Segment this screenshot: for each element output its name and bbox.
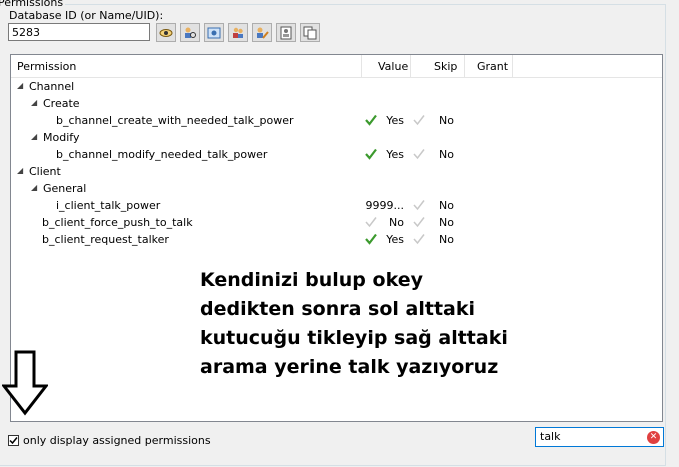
annotation-line: dedikten sonra sol alttaki xyxy=(200,298,475,320)
tree-header: Permission Value Skip Grant xyxy=(11,55,662,78)
id-card-icon xyxy=(207,27,221,38)
copy-icon xyxy=(303,26,317,39)
permission-name: b_channel_create_with_needed_talk_power xyxy=(56,114,294,127)
skip-check-icon[interactable] xyxy=(413,148,425,160)
row-label: Channel xyxy=(29,80,75,93)
header-grant[interactable]: Grant xyxy=(477,60,508,73)
header-value[interactable]: Value xyxy=(378,60,408,73)
down-arrow-icon xyxy=(2,350,48,416)
database-id-input[interactable]: 5283 xyxy=(8,23,150,41)
row-label: Client xyxy=(29,165,61,178)
edit-user-icon xyxy=(257,27,269,39)
expand-arrow-icon[interactable]: ◢ xyxy=(17,166,23,175)
assigned-only-filter[interactable]: only display assigned permissions xyxy=(8,433,211,447)
expand-arrow-icon[interactable]: ◢ xyxy=(17,81,23,90)
view-button[interactable] xyxy=(156,23,176,42)
skip-check-icon[interactable] xyxy=(413,199,425,211)
contact-button[interactable] xyxy=(276,23,296,42)
tree-row-client[interactable]: ◢ Client xyxy=(11,163,662,180)
tree-row-permission[interactable]: b_channel_modify_needed_talk_power Yes N… xyxy=(11,146,662,163)
tree-row-permission[interactable]: i_client_talk_power 9999... No xyxy=(11,197,662,214)
skip-check-icon[interactable] xyxy=(413,233,425,245)
expand-arrow-icon[interactable]: ◢ xyxy=(31,183,37,192)
skip-value: No xyxy=(439,233,454,246)
skip-check-icon[interactable] xyxy=(413,216,425,228)
tree-row-permission[interactable]: b_client_request_talker Yes No xyxy=(11,231,662,248)
skip-value: No xyxy=(439,114,454,127)
users-icon xyxy=(233,27,243,38)
row-label: General xyxy=(43,182,87,195)
tree-row-modify[interactable]: ◢ Modify xyxy=(11,129,662,146)
tree-row-channel[interactable]: ◢ Channel xyxy=(11,78,662,95)
database-id-label: Database ID (or Name/UID): xyxy=(9,9,164,22)
annotation-text: Kendinizi bulup okey dedikten sonra sol … xyxy=(200,266,508,382)
eye-icon xyxy=(159,28,173,37)
row-label: Modify xyxy=(43,131,80,144)
header-permission[interactable]: Permission xyxy=(17,60,76,73)
tree-row-general[interactable]: ◢ General xyxy=(11,180,662,197)
header-skip[interactable]: Skip xyxy=(434,60,457,73)
permission-name: b_client_force_push_to_talk xyxy=(42,216,193,229)
annotation-line: Kendinizi bulup okey xyxy=(200,269,423,291)
permission-value: Yes xyxy=(386,148,404,161)
skip-check-icon[interactable] xyxy=(413,114,425,126)
edit-user-button[interactable] xyxy=(252,23,272,42)
permission-name: b_channel_modify_needed_talk_power xyxy=(56,148,268,161)
expand-arrow-icon[interactable]: ◢ xyxy=(31,132,37,141)
tree-row-permission[interactable]: b_client_force_push_to_talk No No xyxy=(11,214,662,231)
clear-search-icon[interactable]: ✕ xyxy=(647,431,660,444)
checkmark-icon xyxy=(9,436,18,444)
contact-icon xyxy=(280,26,292,39)
users-button[interactable] xyxy=(228,23,248,42)
skip-value: No xyxy=(439,148,454,161)
group-search-button[interactable] xyxy=(180,23,200,42)
permission-value: Yes xyxy=(386,114,404,127)
copy-button[interactable] xyxy=(300,23,320,42)
skip-value: No xyxy=(439,216,454,229)
assigned-only-checkbox[interactable] xyxy=(8,434,19,446)
annotation-line: arama yerine talk yazıyoruz xyxy=(200,356,499,378)
tree-row-create[interactable]: ◢ Create xyxy=(11,95,662,112)
permission-value: No xyxy=(389,216,404,229)
group-title: Permissions xyxy=(0,0,66,9)
group-search-icon xyxy=(185,27,196,38)
permission-name: b_client_request_talker xyxy=(42,233,169,246)
skip-value: No xyxy=(439,199,454,212)
permission-value: Yes xyxy=(386,233,404,246)
id-card-button[interactable] xyxy=(204,23,224,42)
permission-name: i_client_talk_power xyxy=(56,199,161,212)
expand-arrow-icon[interactable]: ◢ xyxy=(31,98,37,107)
assigned-only-label[interactable]: only display assigned permissions xyxy=(23,434,211,447)
permission-search-input[interactable]: talk ✕ xyxy=(535,427,664,447)
tree-row-permission[interactable]: b_channel_create_with_needed_talk_power … xyxy=(11,112,662,129)
annotation-line: kutucuğu tikleyip sağ alttaki xyxy=(200,327,508,349)
search-text: talk xyxy=(540,430,561,443)
permission-value: 9999... xyxy=(365,199,404,212)
row-label: Create xyxy=(43,97,80,110)
